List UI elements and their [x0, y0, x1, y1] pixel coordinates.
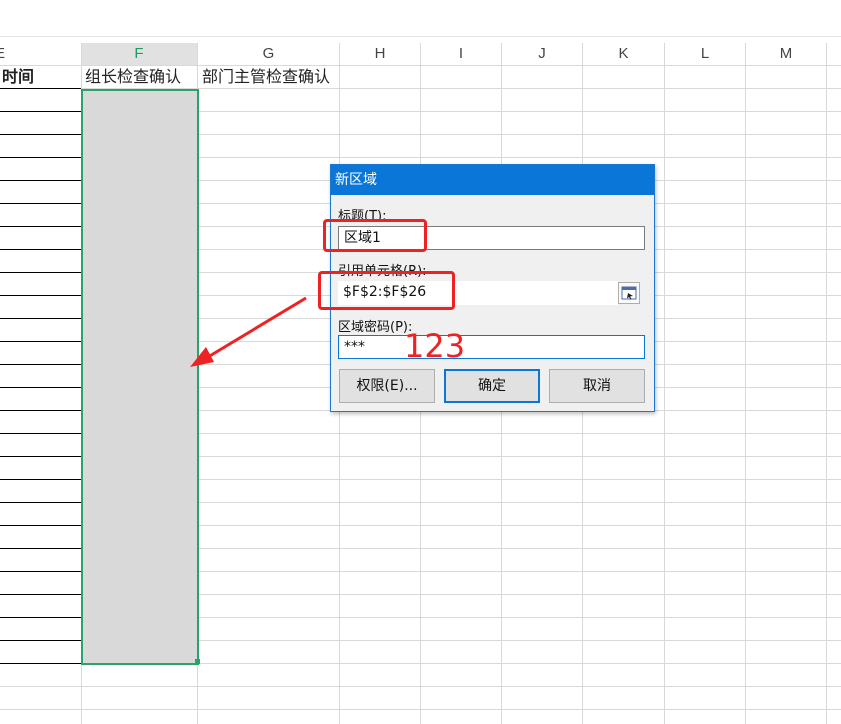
gridline: [745, 43, 746, 724]
gridline: [664, 43, 665, 724]
column-header-k[interactable]: K: [583, 43, 664, 65]
cell-border: [0, 180, 81, 181]
cell-f1[interactable]: 组长检查确认: [85, 66, 181, 88]
column-header-f[interactable]: F: [81, 43, 197, 65]
column-header-e[interactable]: E: [0, 43, 10, 65]
column-header-i[interactable]: I: [421, 43, 501, 65]
column-header-l[interactable]: L: [665, 43, 745, 65]
dialog-title: 新区域: [331, 165, 654, 195]
cell-border: [0, 479, 81, 480]
cell-border: [0, 548, 81, 549]
password-input[interactable]: ***: [338, 335, 645, 359]
highlight-ref-input: [318, 271, 455, 310]
cell-g1[interactable]: 部门主管检查确认: [202, 66, 330, 88]
cell-border: [0, 617, 81, 618]
cell-border: [0, 249, 81, 250]
cell-border: [0, 433, 81, 434]
column-header-j[interactable]: J: [502, 43, 582, 65]
cancel-button[interactable]: 取消: [549, 369, 645, 403]
cell-border: [0, 272, 81, 273]
cell-border: [0, 387, 81, 388]
gridline: [0, 686, 841, 687]
password-label: 区域密码(P):: [338, 320, 413, 335]
cell-border: [0, 134, 81, 135]
cell-border: [0, 571, 81, 572]
column-header-m[interactable]: M: [746, 43, 826, 65]
cell-border: [0, 203, 81, 204]
cell-border: [0, 502, 81, 503]
gridline: [0, 709, 841, 710]
cell-border: [0, 318, 81, 319]
column-header-h[interactable]: H: [340, 43, 420, 65]
range-picker-icon[interactable]: [618, 282, 640, 304]
cell-border: [0, 295, 81, 296]
cell-border: [0, 594, 81, 595]
cell-border: [0, 525, 81, 526]
column-header-g[interactable]: G: [198, 43, 339, 65]
toolbar-area: [0, 0, 841, 37]
highlight-title-input: [323, 219, 427, 252]
cell-border: [0, 456, 81, 457]
cell-border: [0, 410, 81, 411]
permissions-button[interactable]: 权限(E)...: [339, 369, 435, 403]
cell-border: [0, 111, 81, 112]
cell-border: [0, 663, 81, 664]
fill-handle[interactable]: [195, 659, 200, 664]
selected-range-f2-f26[interactable]: [81, 89, 199, 665]
cell-border: [0, 157, 81, 158]
cell-border: [0, 364, 81, 365]
cell-border: [0, 226, 81, 227]
password-hint-text: 123: [404, 327, 466, 365]
cell-e1[interactable]: 时间: [2, 66, 34, 88]
cell-border: [0, 341, 81, 342]
ok-button[interactable]: 确定: [444, 369, 540, 403]
cell-border: [0, 88, 81, 89]
cell-border: [0, 640, 81, 641]
gridline: [826, 43, 827, 724]
